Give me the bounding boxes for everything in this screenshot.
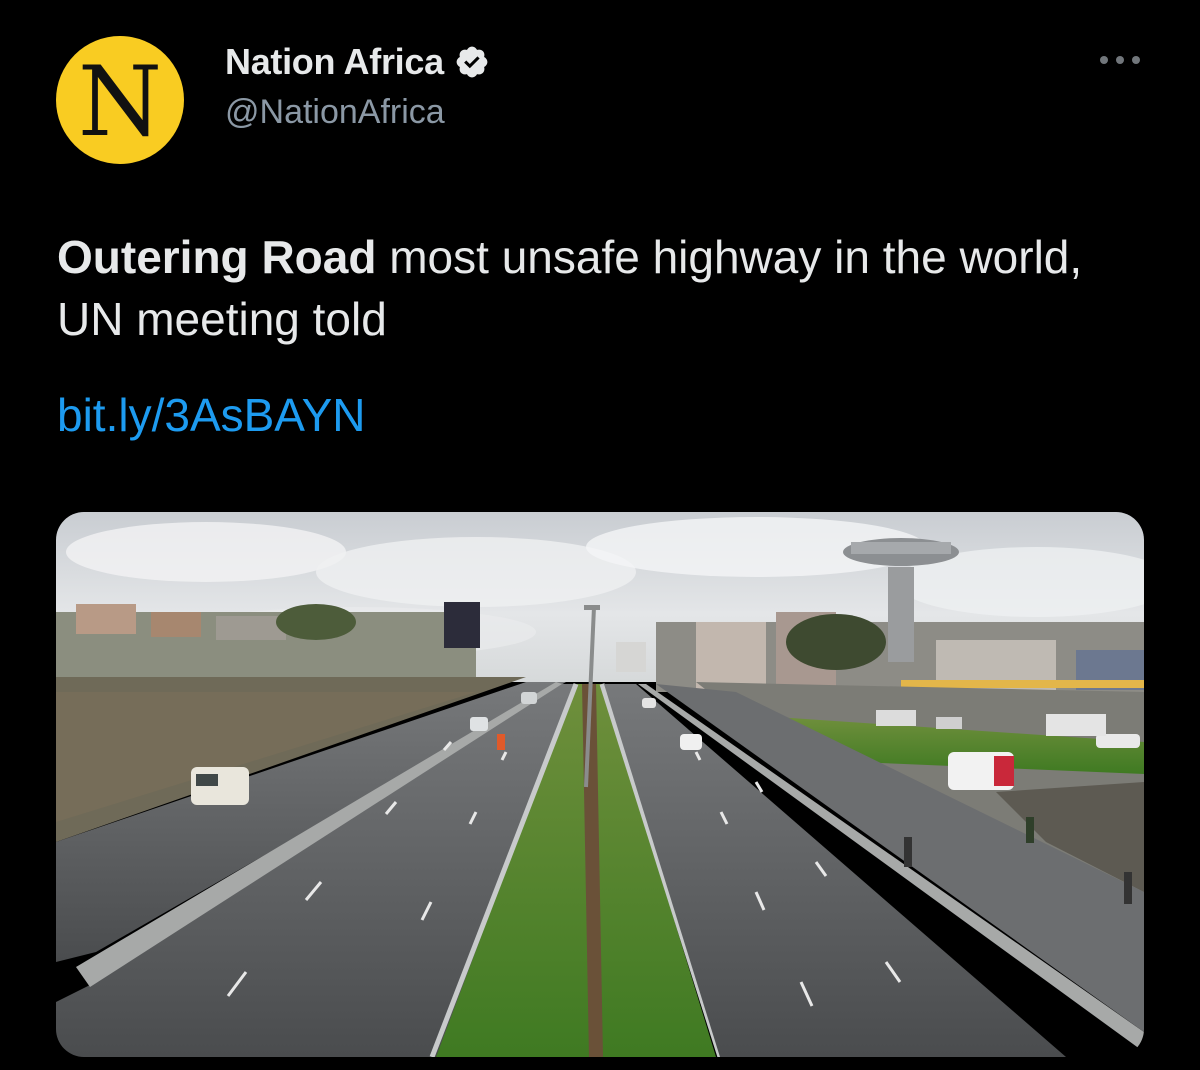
dot [1116, 56, 1124, 64]
tweet-link[interactable]: bit.ly/3AsBAYN [57, 384, 365, 446]
dot [1132, 56, 1140, 64]
display-name[interactable]: Nation Africa [225, 41, 444, 83]
avatar-letter: N [78, 46, 162, 158]
tweet-card: N Nation Africa @NationAfrica Outering R… [0, 0, 1200, 1070]
dot [1100, 56, 1108, 64]
avatar[interactable]: N [56, 36, 184, 164]
headline-bold: Outering Road [57, 231, 377, 283]
verified-badge-icon [456, 46, 488, 78]
tweet-text: Outering Road most unsafe highway in the… [57, 226, 1157, 350]
highway-photo [56, 512, 1144, 1057]
more-options-icon[interactable] [1100, 50, 1140, 70]
author-info: Nation Africa [225, 40, 490, 84]
handle[interactable]: @NationAfrica [225, 93, 445, 132]
media-photo[interactable] [56, 512, 1144, 1057]
